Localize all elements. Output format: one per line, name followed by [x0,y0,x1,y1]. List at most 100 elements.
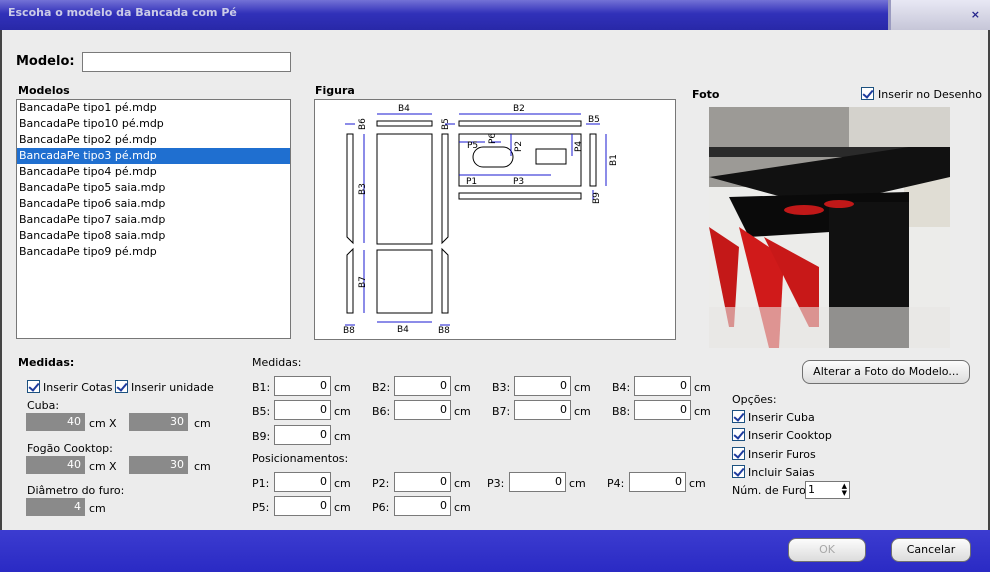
p3-label: P3: [487,477,505,490]
b3-input[interactable]: 0 [514,376,571,396]
cm-label: cm [334,501,351,514]
cm-label: cm [194,417,211,430]
cm-label: cm [89,502,106,515]
b1-label: B1: [252,381,271,394]
inserir-cuba-label: Inserir Cuba [748,411,815,424]
b9-input[interactable]: 0 [274,425,331,445]
dim-label-b5: B5 [441,118,451,130]
dim-label-b4-bottom: B4 [397,325,409,335]
inserir-cooktop-label: Inserir Cooktop [748,429,832,442]
fogao-label: Fogão Cooktop: [27,442,113,455]
cm-label: cm [454,501,471,514]
b5-label: B5: [252,405,271,418]
p1-label: P1: [252,477,270,490]
cuba-label: Cuba: [27,399,60,412]
inserir-desenho-label: Inserir no Desenho [878,88,982,101]
b4-input[interactable]: 0 [634,376,691,396]
figura-label: Figura [315,84,355,97]
cm-label: cm [334,405,351,418]
diametro-label: Diâmetro do furo: [27,484,125,497]
modelos-list[interactable]: BancadaPe tipo1 pé.mdp BancadaPe tipo10 … [16,99,291,339]
cuba-width-field: 40 [26,413,85,431]
cm-label: cm [694,381,711,394]
alterar-foto-button[interactable]: Alterar a Foto do Modelo... [802,360,970,384]
times-label: X [109,417,117,430]
cm-label: cm [454,477,471,490]
b7-input[interactable]: 0 [514,400,571,420]
medidas-left-label: Medidas: [18,356,75,369]
cuba-height-field: 30 [129,413,188,431]
diametro-field: 4 [26,498,85,516]
p6-input[interactable]: 0 [394,496,451,516]
cm-label: cm [334,430,351,443]
model-photo [709,107,950,348]
p2-input[interactable]: 0 [394,472,451,492]
p4-input[interactable]: 0 [629,472,686,492]
inserir-unidade-checkbox[interactable] [115,380,128,393]
bancada-diagram: B4 B2 B5 B5 B6 B3 B7 B1 B9 P5 P6 P2 P4 P… [343,104,619,336]
list-item[interactable]: BancadaPe tipo1 pé.mdp [17,100,290,116]
cm-label: cm [89,417,106,430]
b2-input[interactable]: 0 [394,376,451,396]
dim-label-b6: B6 [358,118,368,130]
close-icon[interactable]: × [971,8,980,21]
p6-label: P6: [372,501,390,514]
p5-label: P5: [252,501,270,514]
list-item-selected[interactable]: BancadaPe tipo3 pé.mdp [17,148,290,164]
opcoes-label: Opções: [732,393,777,406]
num-furos-spinner[interactable]: 1 ▲ ▼ [805,481,850,499]
incluir-saias-checkbox[interactable] [732,465,745,478]
dim-label-b9: B9 [592,192,602,204]
b2-label: B2: [372,381,391,394]
times-label: X [109,460,117,473]
ok-button[interactable]: OK [788,538,866,562]
b6-input[interactable]: 0 [394,400,451,420]
cancel-button[interactable]: Cancelar [891,538,971,562]
list-item[interactable]: BancadaPe tipo4 pé.mdp [17,164,290,180]
list-item[interactable]: BancadaPe tipo7 saia.mdp [17,212,290,228]
list-item[interactable]: BancadaPe tipo10 pé.mdp [17,116,290,132]
b7-label: B7: [492,405,511,418]
cm-label: cm [689,477,706,490]
cm-label: cm [334,477,351,490]
dim-label-b8-left: B8 [343,326,355,336]
p5-input[interactable]: 0 [274,496,331,516]
cm-label: cm [334,381,351,394]
dim-label-p1: P1 [466,177,477,187]
cm-label: cm [694,405,711,418]
modelo-input[interactable] [82,52,291,72]
dim-label-b2: B2 [513,104,525,114]
inserir-cooktop-checkbox[interactable] [732,428,745,441]
inserir-desenho-checkbox[interactable] [861,87,874,100]
p4-label: P4: [607,477,625,490]
b1-input[interactable]: 0 [274,376,331,396]
dim-label-b5-right: B5 [588,115,600,125]
list-item[interactable]: BancadaPe tipo9 pé.mdp [17,244,290,260]
inserir-furos-checkbox[interactable] [732,447,745,460]
b8-input[interactable]: 0 [634,400,691,420]
inserir-cotas-checkbox[interactable] [27,380,40,393]
spinner-arrows-icon[interactable]: ▲ ▼ [842,483,847,497]
cm-label: cm [574,405,591,418]
list-item[interactable]: BancadaPe tipo8 saia.mdp [17,228,290,244]
cm-label: cm [569,477,586,490]
p2-label: P2: [372,477,390,490]
b6-label: B6: [372,405,391,418]
dim-label-p3: P3 [513,177,524,187]
modelos-label: Modelos [18,84,70,97]
list-item[interactable]: BancadaPe tipo5 saia.mdp [17,180,290,196]
b5-input[interactable]: 0 [274,400,331,420]
p1-input[interactable]: 0 [274,472,331,492]
figura-panel: B4 B2 B5 B5 B6 B3 B7 B1 B9 P5 P6 P2 P4 P… [314,99,676,340]
posicionamentos-label: Posicionamentos: [252,452,349,465]
title-bar-right: × [888,0,990,30]
fogao-width-field: 40 [26,456,85,474]
list-item[interactable]: BancadaPe tipo6 saia.mdp [17,196,290,212]
fogao-height-field: 30 [129,456,188,474]
incluir-saias-label: Incluir Saias [748,466,815,479]
inserir-cuba-checkbox[interactable] [732,410,745,423]
list-item[interactable]: BancadaPe tipo2 pé.mdp [17,132,290,148]
inserir-unidade-label: Inserir unidade [131,381,214,394]
dim-label-p6: P6 [488,133,498,144]
p3-input[interactable]: 0 [509,472,566,492]
